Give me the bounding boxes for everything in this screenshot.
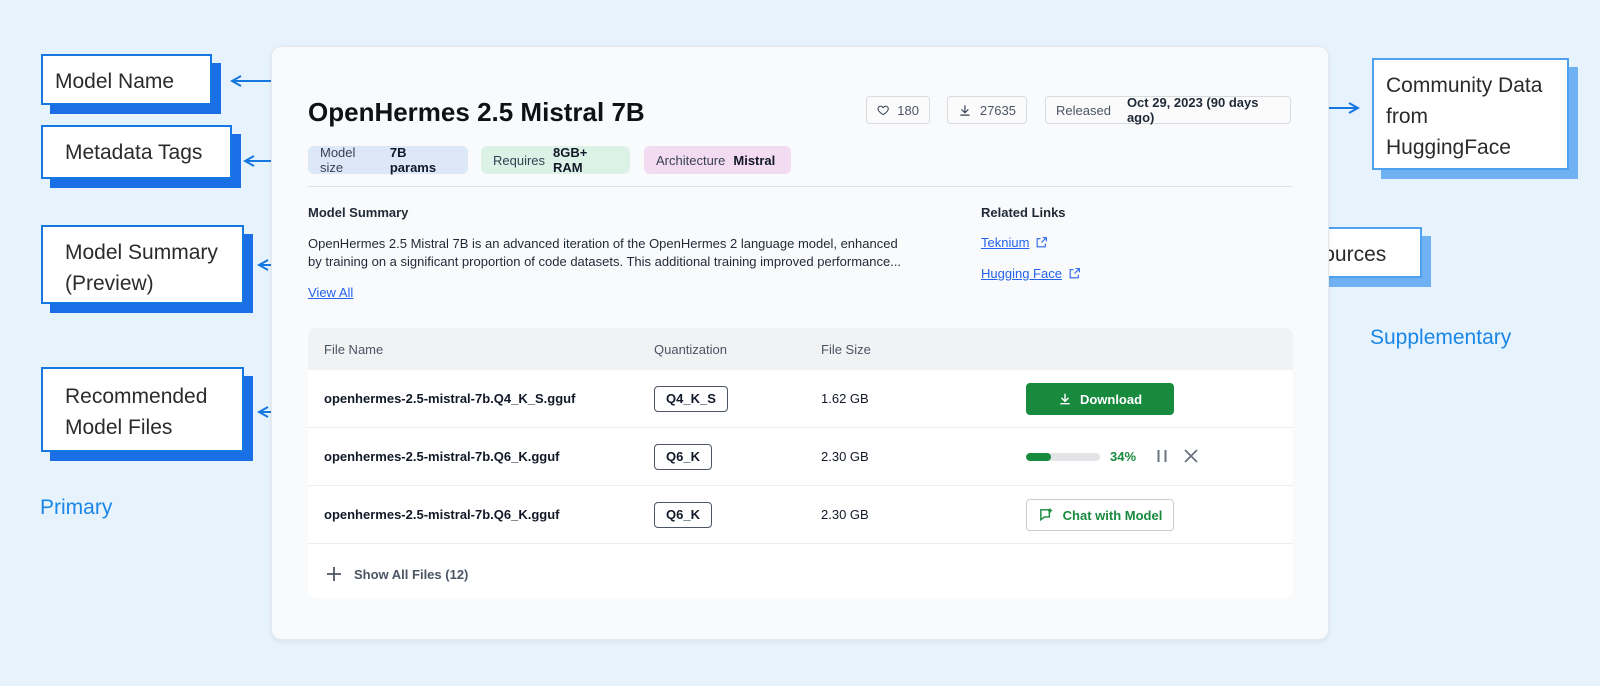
tag-value: 7B params [389, 145, 437, 175]
likes-count: 180 [897, 102, 919, 118]
model-summary-heading: Model Summary [308, 205, 409, 220]
downloads-count-badge: 27635 [947, 96, 1027, 124]
external-link-icon [1069, 268, 1080, 279]
link-hugging-face[interactable]: Hugging Face [981, 266, 1081, 281]
chat-button-label: Chat with Model [1062, 507, 1163, 523]
chat-icon [1039, 507, 1052, 521]
link-label: Teknium [981, 235, 1030, 250]
table-row: openhermes-2.5-mistral-7b.Q4_K_S.gguf Q4… [308, 370, 1293, 428]
quantization-badge: Q6_K [654, 444, 712, 470]
link-label: Hugging Face [981, 266, 1062, 281]
download-progress-percent: 34% [1110, 449, 1137, 464]
tag-key: Requires [493, 152, 546, 168]
callout-model-name: Model Name [41, 54, 212, 105]
heart-icon [877, 105, 889, 116]
summary-line: OpenHermes 2.5 Mistral 7B is an advanced… [308, 236, 898, 251]
callout-label-line: Community Data [1386, 74, 1543, 97]
file-size: 2.30 GB [821, 449, 869, 464]
tag-model-size: Model size 7B params [308, 145, 468, 175]
downloads-count: 27635 [979, 102, 1016, 118]
file-size: 2.30 GB [821, 507, 869, 522]
tag-key: Model size [320, 145, 356, 175]
file-name: openhermes-2.5-mistral-7b.Q6_K.gguf [324, 449, 560, 464]
column-header-quantization: Quantization [654, 342, 727, 357]
download-button[interactable]: Download [1026, 383, 1174, 415]
callout-model-summary: Model Summary (Preview) [41, 225, 244, 304]
download-progress-bar [1026, 453, 1100, 461]
plus-icon [327, 567, 341, 581]
callout-label-line: HuggingFace [1386, 136, 1511, 159]
file-name: openhermes-2.5-mistral-7b.Q6_K.gguf [324, 507, 560, 522]
link-teknium[interactable]: Teknium [981, 235, 1048, 250]
callout-label: Metadata Tags [65, 141, 203, 164]
file-name: openhermes-2.5-mistral-7b.Q4_K_S.gguf [324, 391, 576, 406]
release-date-badge: Released Oct 29, 2023 (90 days ago) [1045, 95, 1291, 125]
table-header: File Name Quantization File Size [308, 328, 1293, 370]
download-progress-fill [1026, 453, 1052, 461]
external-link-icon [1037, 237, 1048, 248]
model-name: OpenHermes 2.5 Mistral 7B [308, 97, 645, 127]
download-icon [960, 104, 970, 116]
release-label: Released [1056, 102, 1111, 118]
chat-with-model-button[interactable]: Chat with Model [1026, 499, 1174, 531]
callout-label-line: (Preview) [65, 272, 154, 295]
model-detail-card: OpenHermes 2.5 Mistral 7B 180 27635 Rele… [271, 46, 1329, 640]
table-row: openhermes-2.5-mistral-7b.Q6_K.gguf Q6_K… [308, 486, 1293, 544]
show-all-files-label: Show All Files (12) [354, 566, 469, 582]
tag-key: Architecture [656, 152, 726, 168]
tag-requires: Requires 8GB+ RAM [481, 145, 630, 175]
model-summary-text: OpenHermes 2.5 Mistral 7B is an advanced… [308, 235, 918, 271]
tag-value: 8GB+ RAM [553, 145, 588, 175]
file-size: 1.62 GB [821, 391, 869, 406]
view-all-link[interactable]: View All [308, 285, 353, 300]
download-icon [1060, 393, 1070, 405]
section-label-primary: Primary [40, 496, 113, 519]
callout-recommended-files: Recommended Model Files [41, 367, 244, 452]
table-row: openhermes-2.5-mistral-7b.Q6_K.gguf Q6_K… [308, 428, 1293, 486]
column-header-file-size: File Size [821, 342, 871, 357]
cancel-icon[interactable] [1183, 448, 1199, 464]
callout-label-line: from [1386, 105, 1428, 128]
download-button-label: Download [1079, 391, 1143, 407]
quantization-badge: Q4_K_S [654, 386, 728, 412]
callout-label-line: Model Summary [65, 241, 218, 264]
callout-metadata-tags: Metadata Tags [41, 125, 232, 179]
callout-label-line: Model Files [65, 416, 173, 439]
show-all-files-button[interactable]: Show All Files (12) [326, 566, 468, 582]
divider [308, 186, 1292, 187]
related-links-heading: Related Links [981, 205, 1066, 220]
tag-value: Mistral [733, 152, 776, 168]
release-date: Oct 29, 2023 (90 days ago) [1126, 95, 1259, 125]
model-files-table: File Name Quantization File Size openher… [308, 328, 1293, 598]
quantization-badge: Q6_K [654, 502, 712, 528]
callout-label-line: Recommended [65, 385, 208, 408]
pause-icon[interactable] [1154, 448, 1170, 464]
section-label-supplementary: Supplementary [1370, 326, 1512, 349]
tag-architecture: Architecture Mistral [644, 146, 791, 174]
likes-button[interactable]: 180 [866, 96, 930, 124]
column-header-file-name: File Name [324, 342, 384, 357]
callout-community-data: Community Data from HuggingFace [1372, 58, 1569, 170]
summary-line: by training on a significant proportion … [308, 254, 902, 269]
callout-label: Model Name [55, 70, 175, 93]
